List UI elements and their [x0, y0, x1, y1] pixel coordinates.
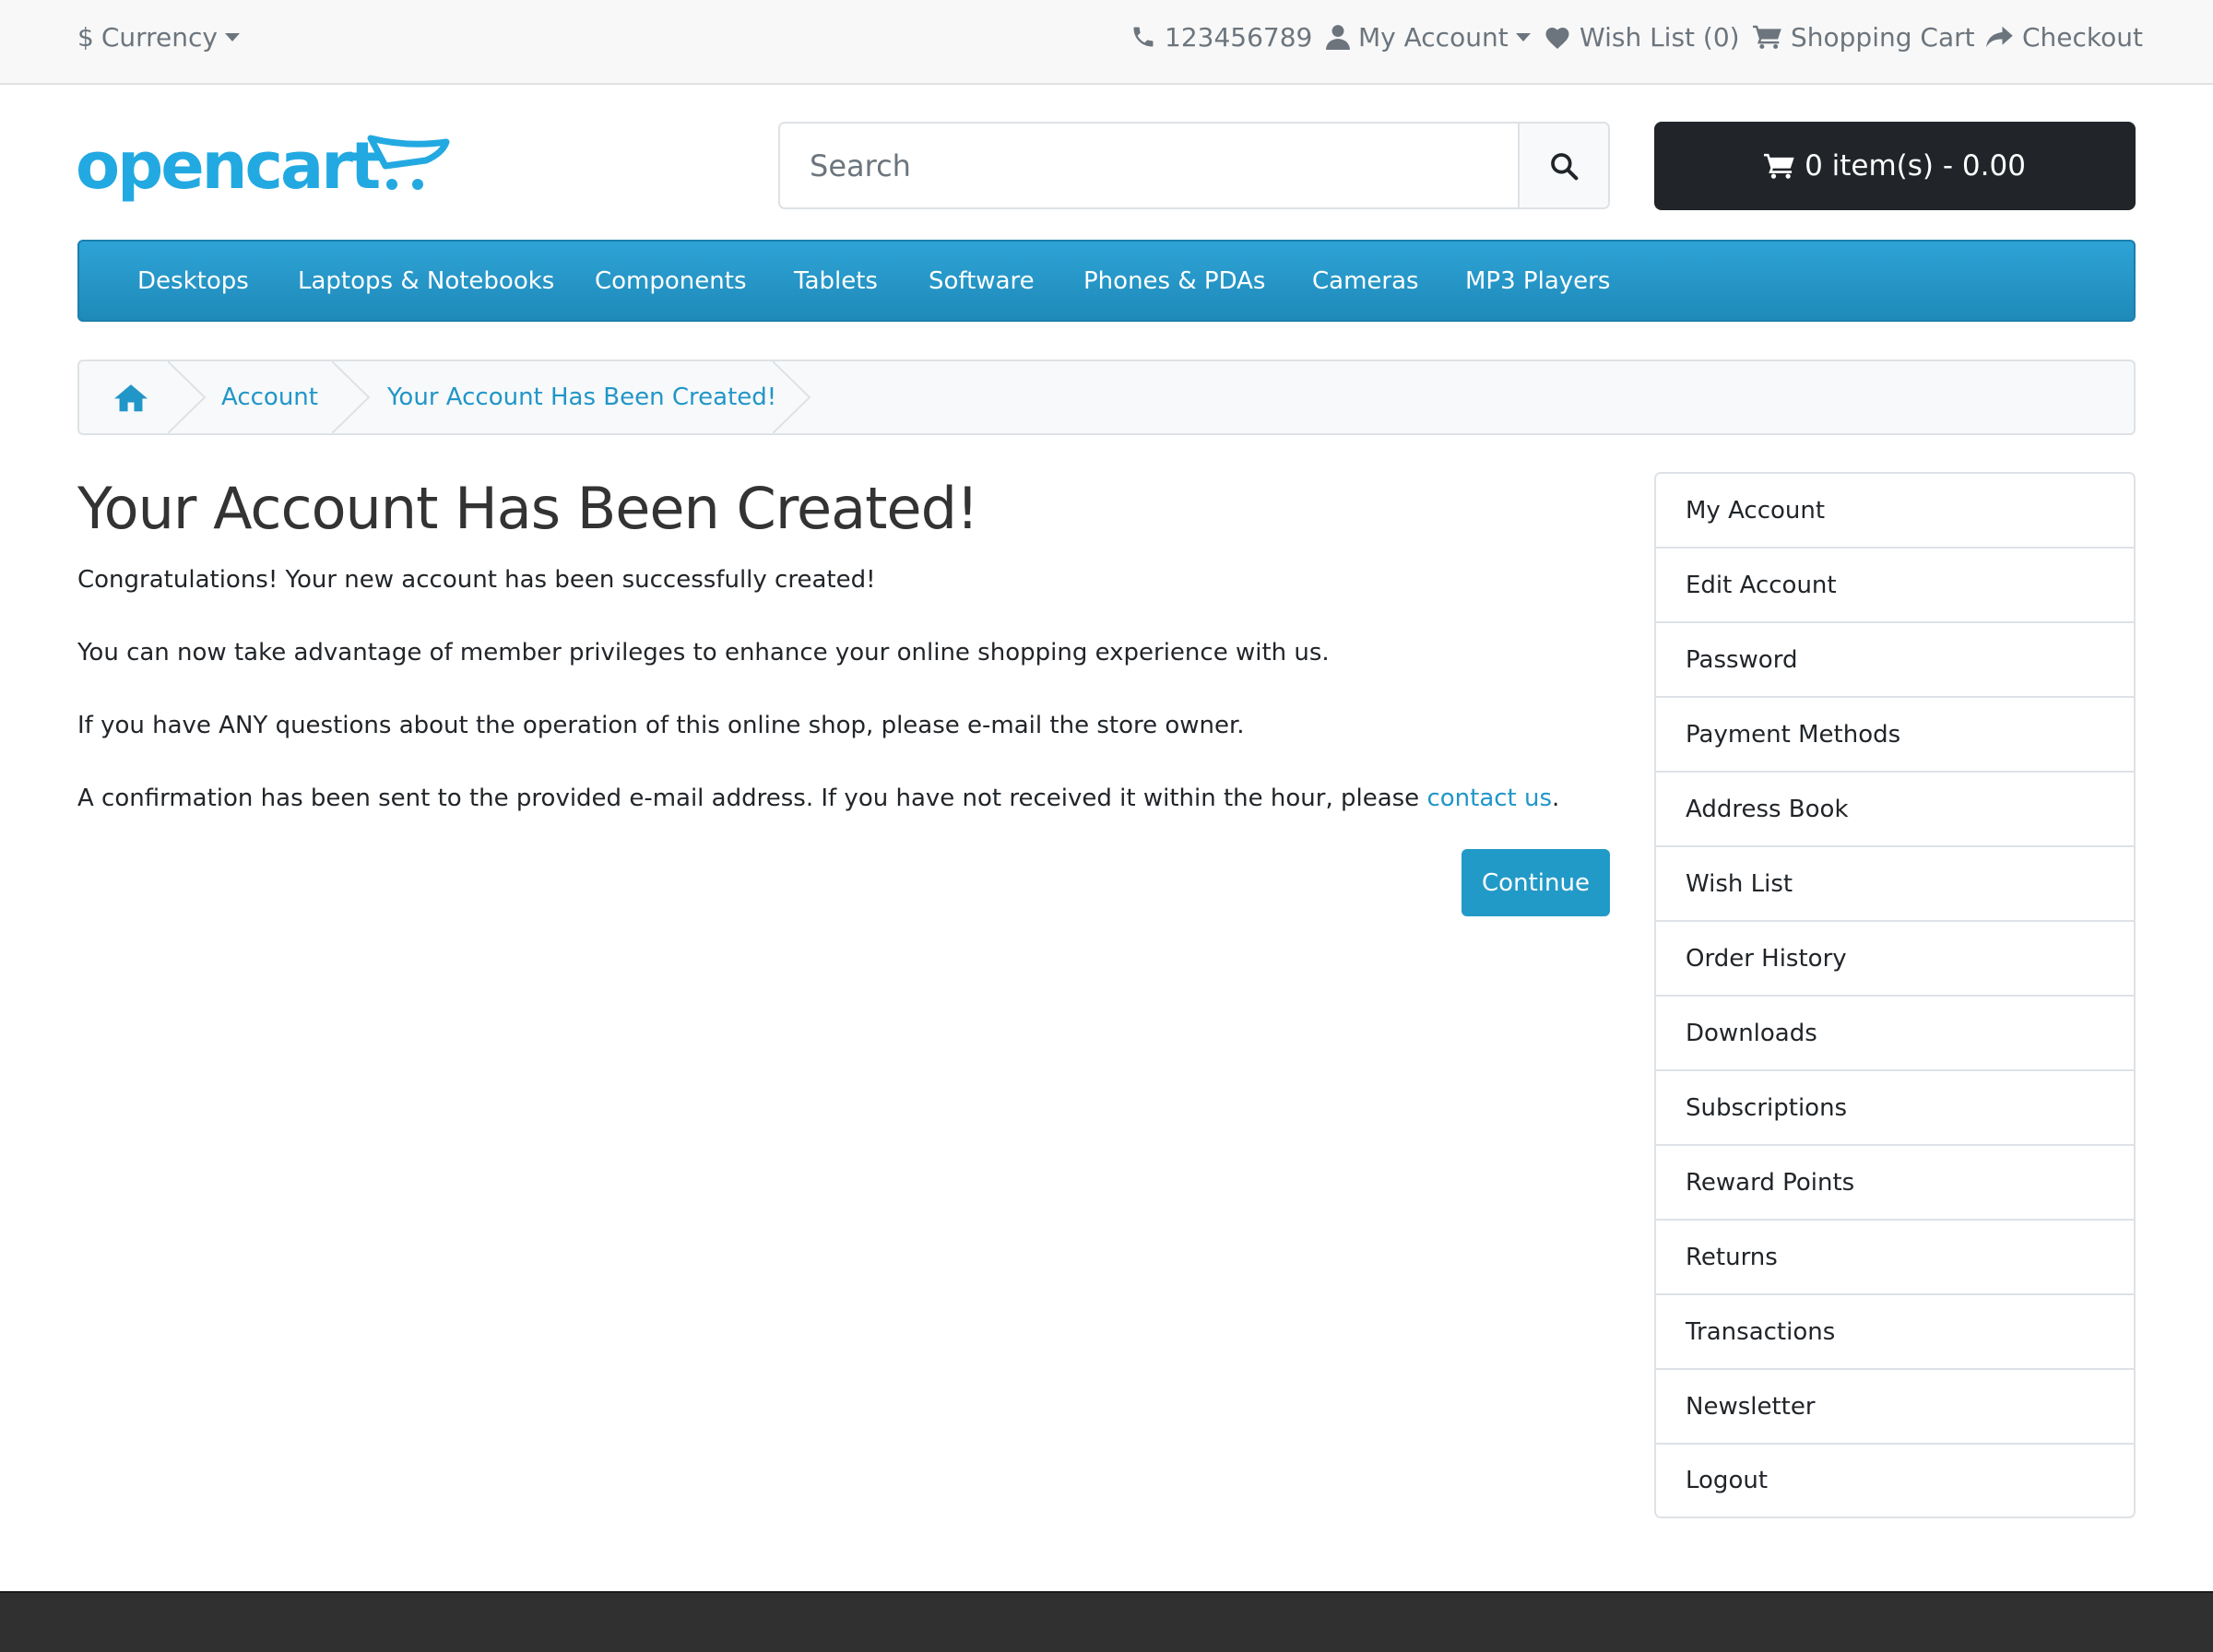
search-button[interactable] [1518, 124, 1608, 207]
category-menu: Desktops Laptops & Notebooks Components … [77, 240, 2136, 322]
search-bar [778, 122, 1610, 209]
questions-message: If you have ANY questions about the oper… [77, 712, 1245, 739]
store-logo[interactable]: opencart [76, 128, 452, 210]
menu-item-components[interactable]: Components [595, 242, 747, 320]
continue-button[interactable]: Continue [1462, 849, 1610, 916]
sidebar-item-transactions[interactable]: Transactions [1656, 1295, 2134, 1370]
search-icon [1551, 152, 1579, 180]
caret-down-icon [1515, 32, 1531, 41]
menu-item-tablets[interactable]: Tablets [794, 242, 878, 320]
confirmation-end: . [1552, 785, 1560, 812]
sidebar-item-my-account[interactable]: My Account [1656, 474, 2134, 549]
sidebar-item-payment-methods[interactable]: Payment Methods [1656, 698, 2134, 773]
sidebar-item-downloads[interactable]: Downloads [1656, 997, 2134, 1071]
wish-list-label: Wish List (0) [1580, 21, 1740, 53]
breadcrumb-current[interactable]: Your Account Has Been Created! [387, 361, 776, 433]
opencart-logo: opencart [76, 128, 450, 204]
checkout-link[interactable]: Checkout [1986, 0, 2143, 74]
menu-item-mp3-players[interactable]: MP3 Players [1465, 242, 1610, 320]
currency-label: Currency [101, 21, 218, 53]
phone-link[interactable]: 123456789 [1130, 0, 1312, 74]
checkout-label: Checkout [2022, 21, 2143, 53]
breadcrumb-separator [773, 361, 811, 433]
phone-icon [1133, 27, 1154, 47]
breadcrumb: Account Your Account Has Been Created! [77, 360, 2136, 435]
breadcrumb-separator [332, 361, 371, 433]
sidebar-item-logout[interactable]: Logout [1656, 1445, 2134, 1516]
main-content: Your Account Has Been Created! [77, 472, 1612, 546]
sidebar-item-subscriptions[interactable]: Subscriptions [1656, 1071, 2134, 1146]
shopping-cart-label: Shopping Cart [1791, 21, 1975, 53]
shopping-cart-link[interactable]: Shopping Cart [1753, 0, 1975, 74]
menu-item-desktops[interactable]: Desktops [137, 242, 249, 320]
share-arrow-icon [1986, 26, 2013, 48]
caret-down-icon [224, 32, 240, 41]
user-icon [1326, 25, 1350, 50]
currency-dropdown[interactable]: $ Currency [77, 0, 240, 74]
svg-text:opencart: opencart [76, 129, 380, 204]
sidebar-item-address-book[interactable]: Address Book [1656, 773, 2134, 847]
currency-symbol: $ [77, 21, 94, 53]
confirmation-message: A confirmation has been sent to the prov… [77, 785, 1559, 812]
breadcrumb-separator [168, 361, 207, 433]
cart-icon [1753, 25, 1781, 49]
cart-total-label: 0 item(s) - 0.00 [1805, 149, 2026, 183]
sidebar-item-reward-points[interactable]: Reward Points [1656, 1146, 2134, 1221]
sidebar-item-newsletter[interactable]: Newsletter [1656, 1370, 2134, 1445]
success-message: Congratulations! Your new account has be… [77, 566, 876, 594]
menu-item-laptops-notebooks[interactable]: Laptops & Notebooks [298, 242, 554, 320]
search-input[interactable] [780, 124, 1518, 207]
breadcrumb-home[interactable] [114, 361, 148, 433]
sidebar-item-wish-list[interactable]: Wish List [1656, 847, 2134, 922]
privileges-message: You can now take advantage of member pri… [77, 639, 1330, 667]
sidebar-item-returns[interactable]: Returns [1656, 1221, 2134, 1295]
home-icon [114, 384, 148, 412]
my-account-dropdown[interactable]: My Account [1326, 0, 1531, 74]
cart-button[interactable]: 0 item(s) - 0.00 [1654, 122, 2136, 210]
footer [0, 1591, 2213, 1652]
my-account-label: My Account [1358, 21, 1509, 53]
menu-item-cameras[interactable]: Cameras [1312, 242, 1419, 320]
sidebar-item-edit-account[interactable]: Edit Account [1656, 549, 2134, 623]
heart-icon [1545, 28, 1569, 49]
sidebar-item-order-history[interactable]: Order History [1656, 922, 2134, 997]
contact-us-link[interactable]: contact us [1426, 785, 1552, 812]
sidebar-item-password[interactable]: Password [1656, 623, 2134, 698]
phone-number: 123456789 [1165, 21, 1313, 53]
wish-list-link[interactable]: Wish List (0) [1544, 0, 1740, 74]
menu-item-software[interactable]: Software [929, 242, 1035, 320]
page-title: Your Account Has Been Created! [77, 475, 979, 542]
breadcrumb-account[interactable]: Account [221, 361, 318, 433]
confirmation-text: A confirmation has been sent to the prov… [77, 785, 1427, 812]
top-bar: $ Currency 123456789 My Account Wish Lis… [0, 0, 2213, 85]
cart-icon [1764, 153, 1794, 179]
account-sidebar: My Account Edit Account Password Payment… [1654, 472, 2136, 1518]
menu-item-phones-pdas[interactable]: Phones & PDAs [1083, 242, 1265, 320]
